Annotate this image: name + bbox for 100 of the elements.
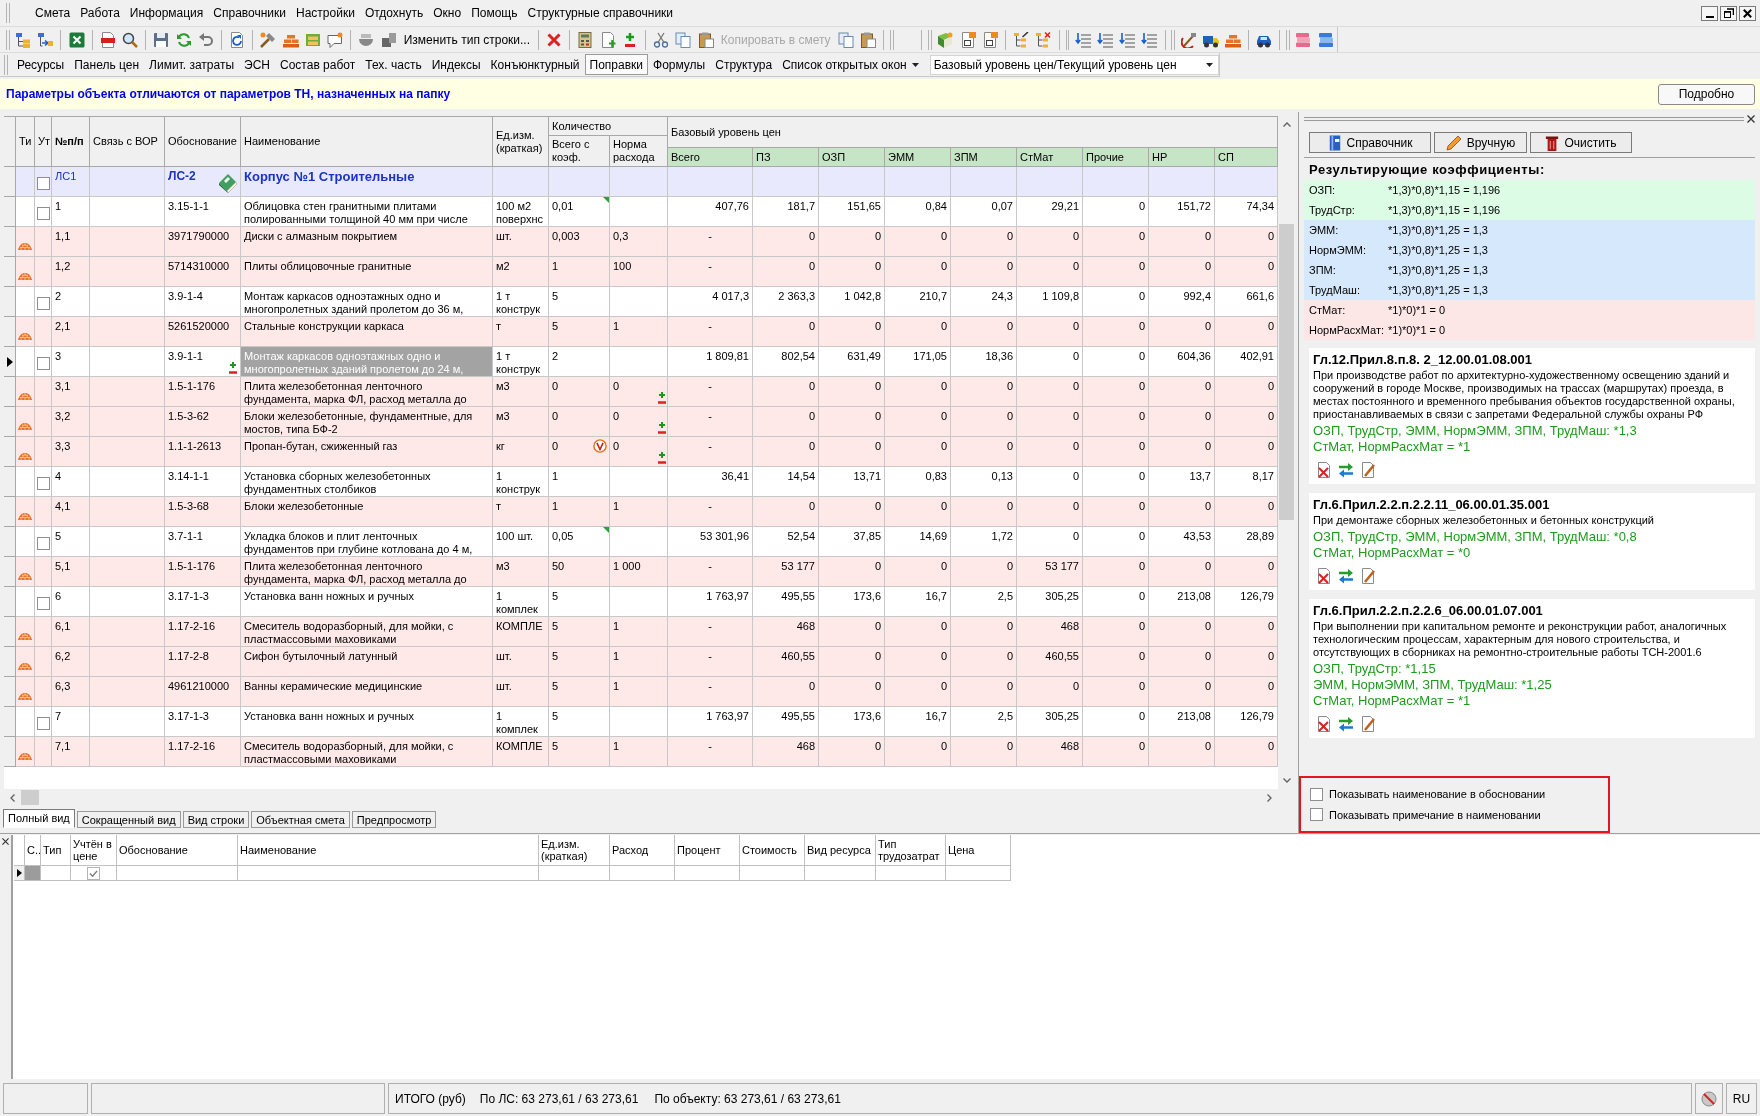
- column-header[interactable]: №п/п: [52, 117, 90, 167]
- checkbox-label[interactable]: Показывать наименование в обосновании: [1329, 786, 1546, 803]
- delete-icon[interactable]: [1316, 716, 1332, 732]
- delete-icon[interactable]: [1316, 462, 1332, 478]
- refresh-icon[interactable]: [175, 31, 192, 48]
- column-header[interactable]: Вид ресурса: [805, 835, 876, 866]
- change-row-type-button[interactable]: Изменить тип строки...: [399, 28, 535, 51]
- column-header[interactable]: Тип трудозатрат: [876, 835, 946, 866]
- column-header[interactable]: Обоснование: [165, 117, 241, 167]
- edit-icon[interactable]: [1360, 462, 1376, 478]
- toolbar-tab[interactable]: Структура: [710, 54, 778, 75]
- close-icon[interactable]: [2, 838, 9, 845]
- list-arrow-icon[interactable]: [1074, 31, 1091, 48]
- column-header[interactable]: ПЗ: [753, 148, 819, 167]
- list-arrow-icon[interactable]: [1096, 31, 1113, 48]
- document-refresh-icon[interactable]: [229, 31, 246, 48]
- tab[interactable]: Предпросмотр: [351, 811, 437, 828]
- column-header[interactable]: Норма расхода: [610, 136, 668, 167]
- speech-bubble-icon[interactable]: [327, 31, 344, 48]
- column-header[interactable]: НР: [1149, 148, 1215, 167]
- panel-button[interactable]: Вручную: [1434, 132, 1527, 153]
- tools-icon[interactable]: [1180, 31, 1197, 48]
- column-header[interactable]: Прочие: [1083, 148, 1149, 167]
- paste-icon[interactable]: [860, 31, 876, 48]
- checkbox[interactable]: [1310, 787, 1323, 801]
- column-header[interactable]: Учтён в цене: [71, 835, 117, 866]
- column-header[interactable]: Всего: [668, 148, 753, 167]
- tab[interactable]: Полный вид: [3, 809, 75, 828]
- books-icon[interactable]: [1317, 31, 1334, 48]
- column-header[interactable]: Процент: [675, 835, 740, 866]
- menu-item[interactable]: Информация: [124, 5, 209, 21]
- checkbox[interactable]: [36, 206, 50, 220]
- swap-arrows-icon[interactable]: [1338, 462, 1354, 478]
- undo-icon[interactable]: [197, 31, 214, 48]
- column-header[interactable]: Наименование: [238, 835, 539, 866]
- menu-item[interactable]: Окно: [428, 5, 467, 21]
- edit-icon[interactable]: [1360, 568, 1376, 584]
- close-button[interactable]: [1739, 5, 1756, 21]
- swap-arrows-icon[interactable]: [1338, 568, 1354, 584]
- document-icon[interactable]: [959, 31, 976, 48]
- scissors-icon[interactable]: [653, 31, 670, 48]
- checkbox[interactable]: [36, 356, 50, 370]
- column-header[interactable]: Всего с коэф.: [549, 136, 610, 167]
- tree-edit-icon[interactable]: [1013, 31, 1030, 48]
- column-header[interactable]: Ед.изм. (краткая): [493, 117, 549, 167]
- toolbar-tab[interactable]: Формулы: [648, 54, 711, 75]
- close-icon[interactable]: [1747, 115, 1755, 123]
- tab[interactable]: Сокращенный вид: [76, 811, 181, 828]
- cube-icon[interactable]: [937, 31, 954, 48]
- search-icon[interactable]: [122, 31, 139, 48]
- panel-button[interactable]: Справочник: [1309, 132, 1431, 153]
- calculator-icon[interactable]: [577, 31, 594, 48]
- column-header[interactable]: ОЗП: [819, 148, 885, 167]
- edit-icon[interactable]: [1360, 716, 1376, 732]
- document-plus-icon[interactable]: [599, 31, 616, 48]
- cross-icon[interactable]: [546, 31, 563, 48]
- tab[interactable]: Вид строки: [182, 811, 250, 828]
- restore-button[interactable]: [1720, 5, 1737, 21]
- checkbox[interactable]: [36, 476, 50, 490]
- tree-delete-icon[interactable]: [1035, 31, 1052, 48]
- menu-item[interactable]: Настройки: [291, 5, 360, 21]
- checkbox[interactable]: [36, 716, 50, 730]
- column-header[interactable]: ЗПМ: [951, 148, 1017, 167]
- tree-arrow-icon[interactable]: [37, 31, 54, 48]
- column-header[interactable]: Наименование: [241, 117, 493, 167]
- checkbox[interactable]: [1310, 808, 1323, 822]
- column-header[interactable]: Стоимость: [740, 835, 805, 866]
- toolbar-tab[interactable]: Тех. часть: [360, 54, 427, 75]
- list-arrow-icon[interactable]: [1119, 31, 1136, 48]
- menu-item[interactable]: Справочники: [208, 5, 292, 21]
- checkbox[interactable]: [87, 866, 100, 880]
- drawer-icon[interactable]: [304, 31, 321, 48]
- scrollbar-thumb[interactable]: [21, 790, 39, 805]
- hammer-icon[interactable]: [260, 31, 277, 48]
- scrollbar-thumb[interactable]: [1279, 224, 1294, 520]
- column-header[interactable]: Ти: [16, 117, 35, 167]
- checkbox[interactable]: [36, 536, 50, 550]
- row-header[interactable]: [4, 347, 16, 377]
- toolbar-tab[interactable]: Лимит. затраты: [144, 54, 240, 75]
- tree-list-icon[interactable]: [15, 31, 32, 48]
- column-header[interactable]: СП: [1215, 148, 1278, 167]
- toolbar-tab[interactable]: Панель цен: [69, 54, 145, 75]
- toolbar-tab[interactable]: Конъюнктурный: [485, 54, 585, 75]
- column-header[interactable]: ЭММ: [885, 148, 951, 167]
- toolbar-tab[interactable]: ЭСН: [239, 54, 275, 75]
- menu-item[interactable]: Работа: [75, 5, 125, 21]
- bowl-icon[interactable]: [358, 31, 375, 48]
- document-icon[interactable]: [981, 31, 998, 48]
- price-level-dropdown[interactable]: Базовый уровень цен/Текущий уровень цен: [929, 54, 1219, 75]
- swap-arrows-icon[interactable]: [1338, 716, 1354, 732]
- column-header[interactable]: Ед.изм. (краткая): [539, 835, 610, 866]
- column-header[interactable]: Тип: [41, 835, 71, 866]
- menu-item[interactable]: Структурные справочники: [522, 5, 679, 21]
- panel-button[interactable]: Очистить: [1530, 132, 1632, 153]
- toolbar-tab[interactable]: Ресурсы: [11, 54, 70, 75]
- delete-icon[interactable]: [1316, 568, 1332, 584]
- open-windows-button[interactable]: Список открытых окон: [777, 54, 924, 75]
- menu-item[interactable]: Отдохнуть: [359, 5, 429, 21]
- menu-item[interactable]: Помощь: [466, 5, 523, 21]
- blocks-icon[interactable]: [380, 31, 397, 48]
